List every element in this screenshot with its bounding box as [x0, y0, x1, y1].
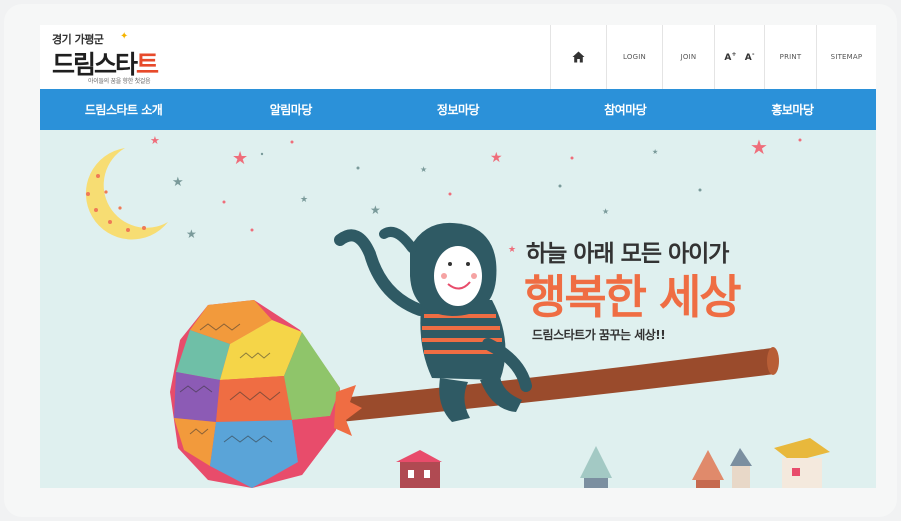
font-increase-label: A — [724, 53, 732, 63]
nav-item-about[interactable]: 드림스타트 소개 — [40, 89, 207, 130]
home-icon — [572, 51, 585, 63]
svg-text:★: ★ — [420, 165, 427, 174]
home-button[interactable] — [550, 25, 606, 89]
svg-text:★: ★ — [150, 134, 160, 147]
broom-bristles — [170, 300, 362, 488]
nav-item-participate[interactable]: 참여마당 — [542, 89, 709, 130]
sparkle-icon: ✦ — [120, 31, 129, 42]
hero-slogan-line3: 드림스타트가 꿈꾸는 세상!! — [532, 328, 666, 342]
svg-text:★: ★ — [750, 135, 768, 159]
nav-item-promotion[interactable]: 홍보마당 — [709, 89, 876, 130]
village-houses — [396, 438, 830, 488]
svg-text:★: ★ — [370, 203, 381, 217]
font-decrease-sign: - — [751, 51, 755, 58]
sitemap-link[interactable]: SITEMAP — [816, 25, 876, 89]
site-logo[interactable]: 경기 가평군 ✦ 드림스타트 아이들의 꿈을 향한 첫걸음 — [52, 31, 172, 87]
hero-illustration: ★ ★ ★ ★ ★ ★ ★ ★ ★ ★ ★ ★ ★ — [85, 134, 830, 488]
print-link[interactable]: PRINT — [764, 25, 816, 89]
site-header: 경기 가평군 ✦ 드림스타트 아이들의 꿈을 향한 첫걸음 LOGIN JOIN… — [40, 25, 876, 89]
font-increase-sign: + — [731, 51, 737, 58]
svg-text:★: ★ — [172, 175, 184, 190]
join-link[interactable]: JOIN — [662, 25, 714, 89]
svg-text:★: ★ — [490, 150, 503, 166]
font-decrease-button[interactable]: A- — [745, 51, 755, 63]
svg-text:★: ★ — [300, 195, 308, 205]
svg-text:★: ★ — [232, 148, 248, 169]
svg-text:★: ★ — [508, 245, 516, 255]
svg-text:★: ★ — [186, 227, 197, 241]
logo-name-part2: 트 — [136, 50, 159, 79]
broom-stick — [340, 347, 779, 422]
hero-slogan-line2: 행복한 세상 — [524, 270, 742, 324]
hero-banner: ★ ★ ★ ★ ★ ★ ★ ★ ★ ★ ★ ★ ★ 하늘 아래 모든 아이가 행… — [40, 130, 876, 488]
font-increase-button[interactable]: A+ — [724, 51, 736, 63]
utility-menu: LOGIN JOIN A+ A- PRINT SITEMAP — [550, 25, 876, 89]
web-page: 경기 가평군 ✦ 드림스타트 아이들의 꿈을 향한 첫걸음 LOGIN JOIN… — [40, 25, 876, 488]
svg-text:★: ★ — [602, 207, 609, 216]
font-decrease-label: A — [744, 53, 752, 63]
font-size-controls: A+ A- — [714, 25, 764, 89]
login-link[interactable]: LOGIN — [606, 25, 662, 89]
moon-icon — [85, 148, 168, 240]
nav-item-notice[interactable]: 알림마당 — [207, 89, 374, 130]
main-nav: 드림스타트 소개 알림마당 정보마당 참여마당 홍보마당 — [40, 89, 876, 130]
logo-tagline: 아이들의 꿈을 향한 첫걸음 — [88, 78, 151, 85]
nav-item-info[interactable]: 정보마당 — [374, 89, 541, 130]
logo-name-part1: 드림스타 — [52, 50, 138, 79]
svg-text:★: ★ — [652, 148, 658, 156]
